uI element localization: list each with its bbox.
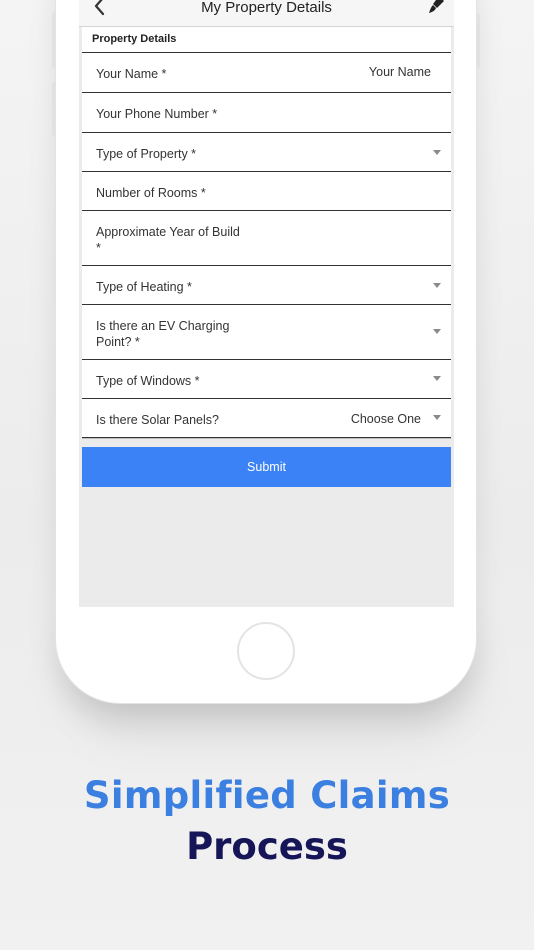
- field-your-name[interactable]: Your Name * Your Name: [82, 53, 451, 93]
- field-phone-number[interactable]: Your Phone Number *: [82, 93, 451, 133]
- field-year-of-build[interactable]: Approximate Year of Build *: [82, 211, 451, 266]
- field-type-of-heating[interactable]: Type of Heating *: [82, 266, 451, 305]
- brush-icon[interactable]: [426, 0, 446, 16]
- caret-down-icon: [433, 415, 441, 420]
- field-label: Is there an EV Charging Point? *: [96, 319, 230, 349]
- field-label: Type of Property *: [96, 147, 197, 161]
- field-label: Number of Rooms *: [96, 186, 206, 200]
- power-button: [476, 14, 480, 68]
- field-label: Your Phone Number *: [96, 107, 218, 121]
- field-label: Type of Windows *: [96, 374, 200, 388]
- caret-down-icon: [433, 283, 441, 288]
- caret-down-icon: [433, 376, 441, 381]
- navigation-bar: My Property Details: [79, 0, 454, 27]
- solar-panels-select[interactable]: Choose One: [351, 412, 421, 426]
- caret-down-icon: [433, 329, 441, 334]
- name-input[interactable]: Your Name: [369, 65, 431, 79]
- field-type-of-windows[interactable]: Type of Windows *: [82, 360, 451, 399]
- field-number-of-rooms[interactable]: Number of Rooms *: [82, 172, 451, 211]
- divider: [82, 438, 451, 447]
- field-ev-charging[interactable]: Is there an EV Charging Point? *: [82, 305, 451, 360]
- field-solar-panels[interactable]: Is there Solar Panels? Choose One: [82, 399, 451, 438]
- field-type-of-property[interactable]: Type of Property *: [82, 133, 451, 172]
- marketing-subheadline: Process: [186, 825, 348, 868]
- submit-button[interactable]: Submit: [82, 447, 451, 487]
- marketing-headline: Simplified Claims: [83, 774, 451, 817]
- property-form: Property Details Your Name * Your Name Y…: [82, 27, 451, 487]
- field-label: Approximate Year of Build *: [96, 225, 240, 255]
- field-label: Is there Solar Panels?: [96, 413, 219, 427]
- home-button[interactable]: [237, 622, 295, 680]
- page-title: My Property Details: [201, 0, 332, 16]
- caret-down-icon: [433, 150, 441, 155]
- section-header: Property Details: [82, 27, 451, 53]
- app-screen: My Property Details Property Details You…: [79, 0, 454, 607]
- field-label: Type of Heating *: [96, 280, 192, 294]
- field-label: Your Name *: [96, 67, 167, 81]
